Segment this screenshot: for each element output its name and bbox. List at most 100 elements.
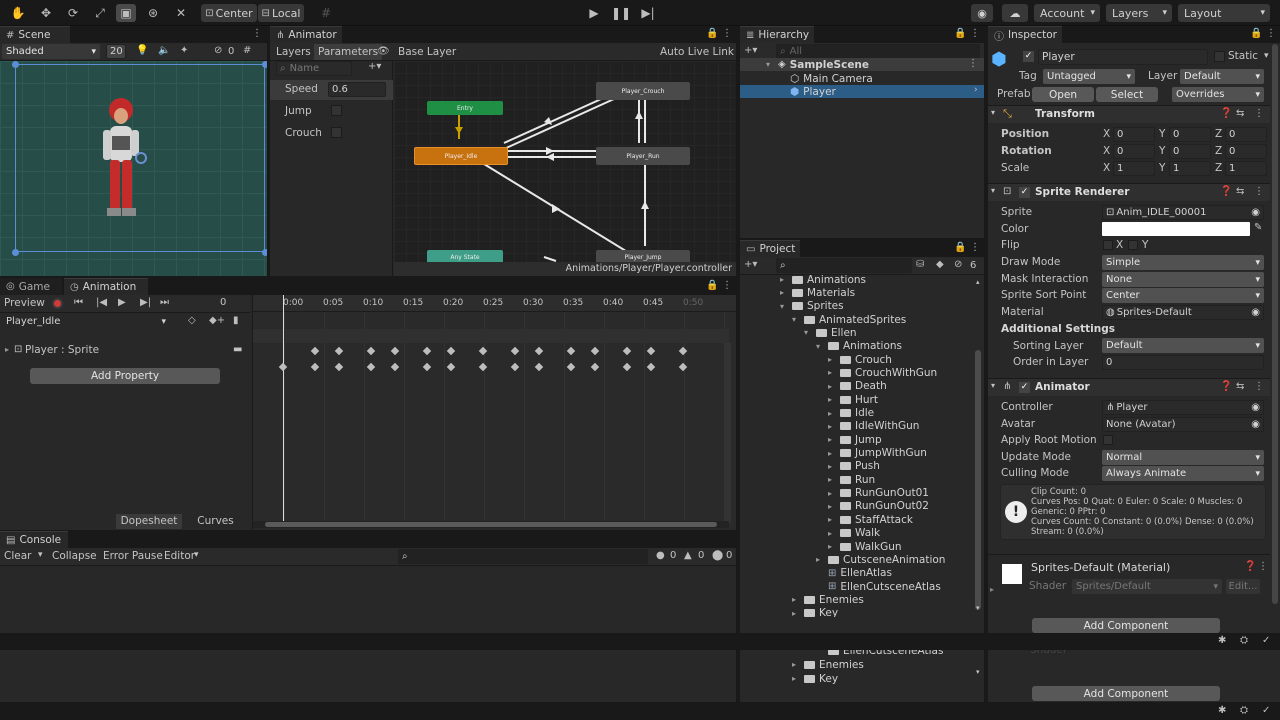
project-item[interactable]: ▸ Materials [780, 286, 855, 299]
fold-icon[interactable]: ▾ [991, 108, 995, 117]
lock-icon[interactable]: 🔒 [954, 28, 966, 39]
expand-triangle[interactable]: ▸ [828, 449, 836, 458]
eyedropper-icon[interactable]: ✎ [1254, 222, 1262, 233]
grid-snap-icon[interactable]: # [316, 4, 336, 22]
play-icon[interactable]: ▶ [584, 4, 604, 22]
tab-hierarchy[interactable]: ≣ Hierarchy [740, 26, 814, 43]
state-graph[interactable]: Entry Player_Idle Player_Run Player_Crou… [394, 61, 736, 276]
expand-triangle[interactable]: ▸ [780, 288, 788, 297]
property-row[interactable]: ▸ ⊡ Player : Sprite ▬ [0, 344, 250, 359]
crouch-checkbox[interactable] [331, 127, 342, 138]
enabled-checkbox[interactable]: ✓ [1019, 187, 1030, 198]
more-icon[interactable]: ⋮ [970, 242, 980, 253]
playhead[interactable] [283, 295, 284, 523]
project-scrollbar[interactable] [975, 350, 981, 610]
more-icon[interactable]: ⋮ [1258, 561, 1268, 572]
flip-x-checkbox[interactable] [1103, 240, 1113, 250]
lock-icon[interactable]: 🔒 [954, 242, 966, 253]
transform-z-field[interactable]: 1 [1225, 161, 1267, 176]
flip-y-checkbox[interactable] [1128, 240, 1138, 250]
expand-triangle[interactable]: ▸ [828, 435, 836, 444]
prefab-select-button[interactable]: Select [1096, 87, 1158, 102]
state-entry[interactable]: Entry [427, 101, 503, 115]
rect-tool-icon[interactable]: ▣ [116, 4, 136, 22]
last-keyframe-icon[interactable]: ⏭ [160, 297, 169, 308]
speed-value-field[interactable]: 0.6 [328, 82, 386, 97]
tab-dopesheet[interactable]: Dopesheet [116, 514, 182, 529]
expand-triangle[interactable]: ▸ [780, 275, 788, 284]
record-icon[interactable] [52, 298, 63, 309]
project-item[interactable]: ▾ AnimatedSprites [792, 313, 906, 326]
project-item[interactable]: ▾ Ellen [804, 326, 857, 339]
collapse-button[interactable]: Collapse [52, 550, 97, 562]
check-icon[interactable]: ✓ [1262, 705, 1270, 716]
add-component-button[interactable]: Add Component [1032, 686, 1220, 701]
fold-icon[interactable]: ▸ [990, 585, 994, 594]
tag-dropdown[interactable]: Untagged [1043, 69, 1135, 84]
project-item[interactable]: ▸ WalkGun [828, 540, 902, 553]
hand-tool-icon[interactable]: ✋ [8, 4, 28, 22]
horizontal-scrollbar[interactable] [253, 521, 729, 528]
rotate-tool-icon[interactable]: ⟳ [63, 4, 83, 22]
help-icon[interactable]: ❓ [1244, 561, 1256, 572]
project-item[interactable]: ▸ RunGunOut02 [828, 500, 929, 513]
project-item[interactable]: ▸ Key [792, 607, 838, 617]
editor-dropdown-icon[interactable]: ▾ [194, 550, 199, 560]
bug-icon[interactable]: ✱ [1218, 635, 1226, 646]
project-item[interactable]: EllenCutsceneAtlas [816, 650, 943, 657]
layers-dropdown[interactable]: Layers ▾ [1106, 4, 1172, 22]
selected-row[interactable] [740, 85, 984, 98]
help-icon[interactable]: ❓ [1220, 186, 1232, 197]
editor-dropdown[interactable]: Editor [164, 550, 195, 562]
object-picker-icon[interactable]: ◉ [1251, 402, 1260, 413]
eye-icon[interactable]: 👁 [377, 46, 390, 57]
bounds-handle[interactable] [262, 61, 267, 68]
expand-triangle[interactable]: ▸ [828, 489, 836, 498]
root-motion-checkbox[interactable] [1103, 435, 1113, 445]
expand-triangle[interactable]: ▸ [828, 355, 836, 364]
grid-toggle-icon[interactable]: # [243, 45, 251, 56]
expand-triangle[interactable]: ▸ [828, 462, 836, 471]
preset-icon[interactable]: ⇆ [1236, 108, 1244, 119]
expand-triangle[interactable]: ▸ [792, 674, 800, 683]
sorting-layer-dropdown[interactable]: Default [1102, 338, 1264, 353]
hierarchy-item[interactable]: ⬢ Player [790, 85, 836, 98]
additional-settings-label[interactable]: Additional Settings [1001, 323, 1115, 335]
collapse-triangle[interactable]: ▾ [816, 342, 824, 351]
vertical-scrollbar[interactable] [725, 343, 731, 523]
progress-icon[interactable]: ⛭ [1240, 635, 1248, 646]
more-icon[interactable]: ⋮ [970, 28, 980, 39]
info-icon[interactable]: ● [656, 550, 665, 561]
controller-field[interactable]: ⋔ Player ◉ [1102, 400, 1264, 415]
dopesheet-timeline[interactable]: 0:00 0:05 0:10 0:15 0:20 0:25 0:30 0:35 … [252, 295, 736, 529]
project-item[interactable]: ▸ Enemies [792, 593, 864, 606]
pause-icon[interactable]: ❚❚ [611, 4, 631, 22]
culling-mode-dropdown[interactable]: Always Animate [1102, 466, 1264, 481]
lock-icon[interactable]: 🔒 [1250, 28, 1262, 39]
more-icon[interactable]: ⋮ [252, 28, 262, 39]
scene-viewport[interactable] [0, 61, 267, 276]
console-search-input[interactable]: ⌕ [398, 549, 648, 564]
expand-triangle[interactable]: ▸ [792, 609, 800, 617]
tab-console[interactable]: ▤ Console [0, 531, 68, 548]
collab-icon[interactable]: ◉ [971, 4, 993, 22]
project-item[interactable]: ⊞ EllenCutsceneAtlas [816, 580, 941, 593]
search-by-type-icon[interactable]: ⛁ [916, 259, 924, 270]
account-dropdown[interactable]: Account ▾ [1034, 4, 1100, 22]
more-icon[interactable]: ⋮ [1254, 381, 1264, 392]
active-checkbox[interactable]: ✓ [1023, 51, 1034, 62]
project-item[interactable]: ▾ Sprites [780, 300, 844, 313]
project-search-input[interactable]: ⌕ [776, 258, 912, 273]
project-item[interactable]: ▸ Death [828, 380, 887, 393]
help-icon[interactable]: ❓ [1220, 108, 1232, 119]
transform-header[interactable]: ▾ ⤡ Transform ❓ ⇆ ⋮ [988, 105, 1270, 123]
sprite-renderer-header[interactable]: ▾ ⊡ ✓ Sprite Renderer ❓ ⇆ ⋮ [988, 183, 1270, 201]
parameters-tab[interactable]: Parameters [314, 44, 383, 60]
expand-triangle[interactable]: ▸ [816, 555, 824, 564]
progress-icon[interactable]: ⛭ [1240, 705, 1248, 716]
add-property-button[interactable]: Add Property [30, 368, 220, 384]
warning-icon[interactable]: ▲ [684, 550, 692, 561]
collapse-triangle[interactable]: ▾ [804, 328, 812, 337]
more-icon[interactable]: ⋮ [722, 280, 732, 291]
cloud-icon[interactable]: ☁ [1002, 4, 1028, 22]
